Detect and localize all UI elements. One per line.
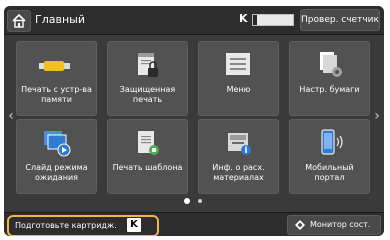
home-icon [12, 13, 26, 28]
page-title: Главный [35, 13, 85, 26]
memory-print-icon [39, 61, 70, 71]
menu-icon [226, 53, 250, 75]
tile-secure-print[interactable]: Защищенная печать [107, 41, 188, 116]
next-page-arrow-icon[interactable]: › [372, 106, 382, 126]
template-print-icon [138, 131, 159, 155]
tile-label: Защищенная печать [119, 85, 176, 104]
tile-label: Инф. о расх. материалах [212, 163, 265, 182]
status-message[interactable]: Подготовьте картридж. K [7, 215, 159, 236]
tile-label: Меню [226, 85, 251, 94]
tile-mobile-portal[interactable]: Мобильный портал [289, 119, 370, 194]
tile-label: Печать с устр-ва памяти [21, 85, 92, 104]
tile-label: Печать шаблона [112, 163, 183, 172]
top-bar: Главный K Провер. счетчик [4, 6, 384, 35]
toner-level-fill [253, 15, 257, 25]
home-button[interactable] [7, 10, 31, 32]
secure-print-icon [138, 53, 158, 77]
status-monitor-icon [295, 220, 305, 230]
prev-page-arrow-icon[interactable]: ‹ [6, 106, 16, 126]
tile-label: Мобильный портал [305, 163, 354, 182]
tile-slideshow-standby[interactable]: Слайд режима ожидания [16, 119, 97, 194]
status-monitor-button[interactable]: Монитор сост. [287, 215, 381, 235]
bottom-bar: Подготовьте картридж. K Монитор сост. [4, 212, 384, 236]
device-frame: Главный K Провер. счетчик ‹ › Печать с у… [0, 0, 390, 240]
tile-menu[interactable]: Меню [198, 41, 279, 116]
page-dot-active [184, 198, 190, 204]
check-counter-button[interactable]: Провер. счетчик [300, 9, 380, 31]
page-dot [198, 199, 202, 203]
control-panel-screen: Главный K Провер. счетчик ‹ › Печать с у… [4, 6, 384, 236]
tile-paper-settings[interactable]: Настр. бумаги [289, 41, 370, 116]
tile-template-print[interactable]: Печать шаблона [107, 119, 188, 194]
toner-level-bar [252, 14, 294, 26]
tile-label: Слайд режима ожидания [25, 163, 88, 182]
mobile-portal-icon [321, 129, 343, 155]
toner-letter: K [239, 12, 248, 25]
slideshow-icon [44, 131, 71, 157]
status-monitor-label: Монитор сост. [310, 220, 371, 229]
cartridge-k-badge: K [127, 218, 141, 232]
tile-memory-print[interactable]: Печать с устр-ва памяти [16, 41, 97, 116]
paper-settings-icon [320, 52, 342, 77]
tile-consumables-info[interactable]: Инф. о расх. материалах [198, 119, 279, 194]
status-text: Подготовьте картридж. [15, 221, 117, 230]
consumables-info-icon [228, 133, 251, 155]
tile-label: Настр. бумаги [299, 85, 360, 94]
